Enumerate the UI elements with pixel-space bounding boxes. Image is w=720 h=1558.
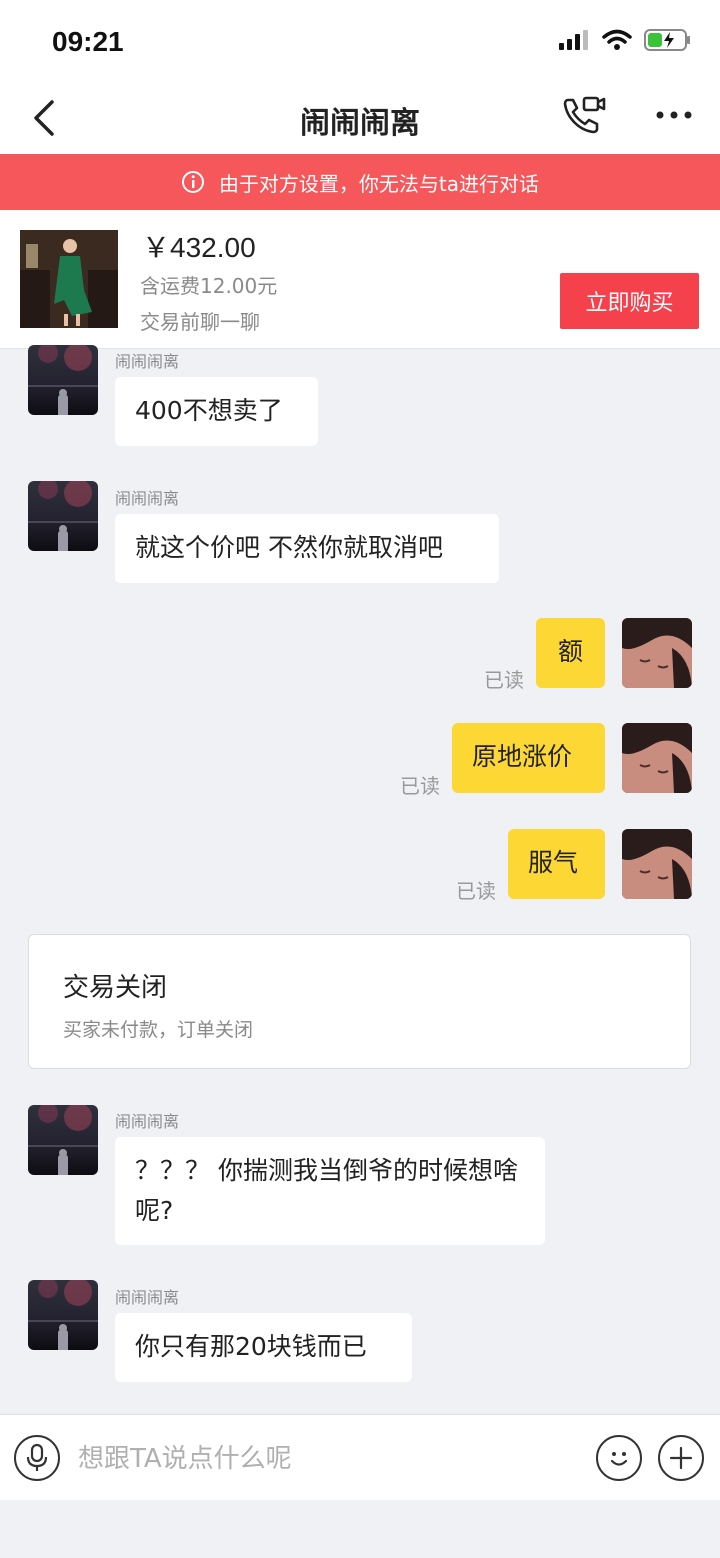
trade-status-card[interactable]: 交易关闭 买家未付款，订单关闭 — [28, 934, 691, 1069]
self-avatar[interactable] — [622, 829, 692, 899]
read-status: 已读 — [484, 668, 524, 692]
outgoing-message[interactable]: 额 — [536, 618, 605, 688]
product-card[interactable]: ￥432.00 含运费12.00元 交易前聊一聊 立即购买 — [0, 210, 720, 349]
outgoing-message[interactable]: 原地涨价 — [452, 723, 605, 793]
status-bar: 09:21 — [0, 0, 720, 80]
avatar-image — [28, 345, 98, 415]
battery-icon — [644, 29, 690, 51]
info-icon — [181, 171, 204, 193]
self-avatar-image — [622, 829, 692, 899]
avatar[interactable] — [28, 1280, 98, 1350]
nav-bar: 闹闹闹离 — [0, 80, 720, 154]
self-avatar-image — [622, 618, 692, 688]
banner-text: 由于对方设置，你无法与ta进行对话 — [218, 171, 540, 196]
self-avatar[interactable] — [622, 618, 692, 688]
sender-name: 闹闹闹离 — [115, 489, 180, 508]
avatar-image — [28, 1280, 98, 1350]
incoming-message[interactable]: ？？？ 你揣测我当倒爷的时候想啥呢? — [115, 1137, 545, 1245]
product-image[interactable] — [20, 230, 118, 328]
bottom-safe-area — [0, 1500, 720, 1558]
input-bar — [0, 1414, 720, 1501]
status-time: 09:21 — [52, 26, 124, 57]
sender-name: 闹闹闹离 — [115, 352, 180, 371]
avatar[interactable] — [28, 481, 98, 551]
incoming-message[interactable]: 400不想卖了 — [115, 377, 318, 446]
trade-status-title: 交易关闭 — [63, 973, 168, 1003]
trade-status-subtitle: 买家未付款，订单关闭 — [63, 1019, 254, 1041]
shipping-fee: 含运费12.00元 — [140, 274, 278, 298]
emoji-icon — [610, 1452, 628, 1466]
message-input[interactable] — [76, 1433, 580, 1485]
more-icon — [656, 111, 692, 119]
chat-title: 闹闹闹离 — [300, 106, 420, 141]
plus-icon — [669, 1446, 693, 1470]
phone-video-icon — [563, 96, 606, 134]
buy-now-button[interactable]: 立即购买 — [560, 273, 699, 329]
product-photo — [20, 230, 118, 328]
microphone-icon — [26, 1443, 48, 1471]
more-button[interactable] — [654, 94, 694, 140]
self-avatar[interactable] — [622, 723, 692, 793]
signal-icon — [559, 30, 588, 50]
incoming-message[interactable]: 就这个价吧 不然你就取消吧 — [115, 514, 499, 583]
wifi-icon — [602, 29, 632, 50]
emoji-button[interactable] — [596, 1435, 642, 1481]
read-status: 已读 — [400, 774, 440, 798]
read-status: 已读 — [456, 879, 496, 903]
avatar[interactable] — [28, 1105, 98, 1175]
avatar-image — [28, 1105, 98, 1175]
self-avatar-image — [622, 723, 692, 793]
chat-before-trade: 交易前聊一聊 — [140, 310, 260, 334]
incoming-message[interactable]: 你只有那20块钱而已 — [115, 1313, 412, 1382]
sender-name: 闹闹闹离 — [115, 1112, 180, 1131]
plus-button[interactable] — [658, 1435, 704, 1481]
restriction-banner: 由于对方设置，你无法与ta进行对话 — [0, 154, 720, 210]
sender-name: 闹闹闹离 — [115, 1288, 180, 1307]
outgoing-message[interactable]: 服气 — [508, 829, 605, 899]
avatar-image — [28, 481, 98, 551]
product-price: ￥432.00 — [142, 232, 256, 263]
avatar[interactable] — [28, 345, 98, 415]
voice-button[interactable] — [14, 1435, 60, 1481]
call-button[interactable] — [562, 94, 608, 140]
status-icons — [558, 28, 692, 52]
